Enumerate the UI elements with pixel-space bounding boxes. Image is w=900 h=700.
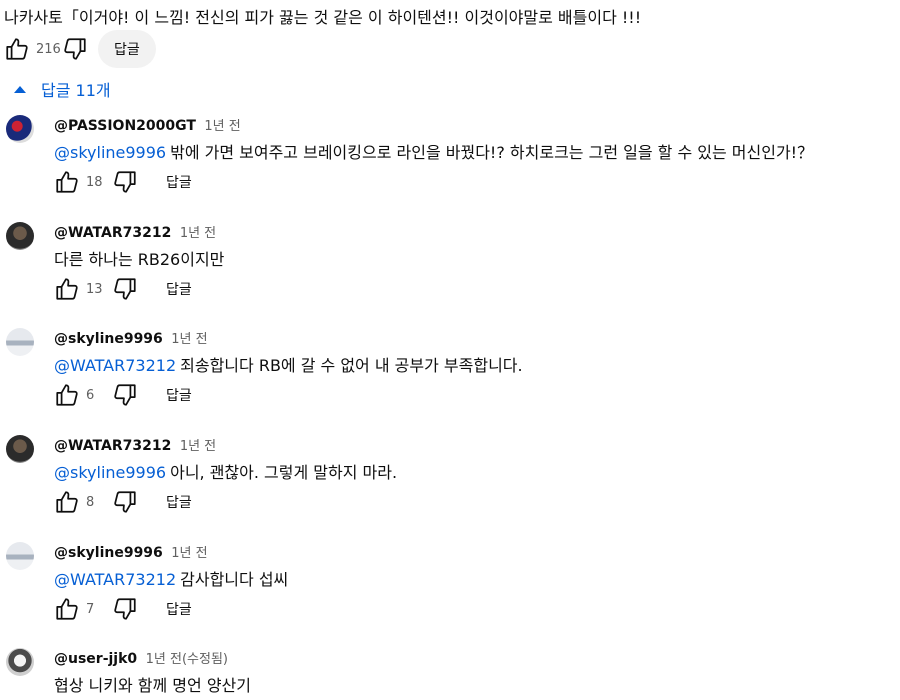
- reply-text: @WATAR73212 감사합니다 섭씨: [54, 566, 288, 590]
- reply-actions: 8 답글: [54, 489, 192, 515]
- reply-actions: 6 답글: [54, 382, 192, 408]
- reply-meta: @skyline9996 1년 전: [54, 542, 208, 561]
- reply-content: 감사합니다 섭씨: [180, 570, 289, 589]
- reply-button[interactable]: 답글: [166, 599, 192, 619]
- reply-content: 협상 니키와 함께 명언 양산기: [54, 676, 251, 695]
- author-name[interactable]: @skyline9996: [54, 545, 163, 561]
- timestamp[interactable]: 1년 전: [171, 546, 207, 561]
- avatar[interactable]: [6, 648, 34, 676]
- reply-button[interactable]: 답글: [166, 492, 192, 512]
- reply-meta: @WATAR73212 1년 전: [54, 435, 216, 454]
- reply-button[interactable]: 답글: [98, 30, 156, 68]
- reply-meta: @user-jjk0 1년 전(수정됨): [54, 648, 228, 667]
- reply-text: 협상 니키와 함께 명언 양산기: [54, 672, 251, 696]
- reply-meta: @WATAR73212 1년 전: [54, 222, 216, 241]
- like-count: 7: [86, 601, 95, 617]
- reply-actions: 7 답글: [54, 596, 192, 622]
- thumbs-down-icon[interactable]: [112, 596, 138, 622]
- avatar[interactable]: [6, 328, 34, 356]
- author-name[interactable]: @skyline9996: [54, 331, 163, 347]
- thumbs-down-icon[interactable]: [112, 489, 138, 515]
- like-count: 6: [86, 387, 95, 403]
- mention-link[interactable]: @WATAR73212: [54, 356, 176, 375]
- thumbs-down-icon[interactable]: [62, 36, 88, 62]
- thumbs-down-icon[interactable]: [112, 169, 138, 195]
- like-count: 13: [86, 281, 103, 297]
- comment-actions: 216 답글: [4, 30, 156, 68]
- reply-text: @skyline9996 아니, 괜찮아. 그렇게 말하지 마라.: [54, 459, 397, 483]
- reply-content: 죄송합니다 RB에 갈 수 없어 내 공부가 부족합니다.: [180, 356, 523, 375]
- thumbs-down-icon[interactable]: [112, 276, 138, 302]
- mention-link[interactable]: @skyline9996: [54, 143, 166, 162]
- timestamp[interactable]: 1년 전: [180, 439, 216, 454]
- mention-link[interactable]: @skyline9996: [54, 463, 166, 482]
- like-count: 8: [86, 494, 95, 510]
- reply-button[interactable]: 답글: [166, 385, 192, 405]
- avatar[interactable]: [6, 115, 34, 143]
- avatar[interactable]: [6, 222, 34, 250]
- reply-meta: @PASSION2000GT 1년 전: [54, 115, 241, 134]
- author-name[interactable]: @WATAR73212: [54, 225, 171, 241]
- author-name[interactable]: @user-jjk0: [54, 651, 137, 667]
- reply-text: 다른 하나는 RB26이지만: [54, 246, 224, 270]
- reply-actions: 13 답글: [54, 276, 192, 302]
- reply-content: 다른 하나는 RB26이지만: [54, 250, 225, 269]
- thumbs-up-icon[interactable]: [54, 276, 80, 302]
- thumbs-up-icon[interactable]: [54, 596, 80, 622]
- comment-text: 나카사토「이거야! 이 느낌! 전신의 피가 끓는 것 같은 이 하이텐션!! …: [4, 8, 642, 27]
- thumbs-down-icon[interactable]: [112, 382, 138, 408]
- timestamp[interactable]: 1년 전: [171, 332, 207, 347]
- mention-link[interactable]: @WATAR73212: [54, 570, 176, 589]
- reply-actions: 18 답글: [54, 169, 192, 195]
- reply-button[interactable]: 답글: [166, 279, 192, 299]
- replies-toggle-button[interactable]: 답글 11개: [14, 77, 111, 101]
- timestamp[interactable]: 1년 전: [204, 119, 240, 134]
- timestamp[interactable]: 1년 전(수정됨): [146, 652, 228, 667]
- like-count: 18: [86, 174, 103, 190]
- like-count: 216: [36, 41, 61, 57]
- avatar[interactable]: [6, 542, 34, 570]
- author-name[interactable]: @PASSION2000GT: [54, 118, 196, 134]
- reply-text: @skyline9996 밖에 가면 보여주고 브레이킹으로 라인을 바꿨다!? …: [54, 139, 813, 163]
- reply-meta: @skyline9996 1년 전: [54, 328, 208, 347]
- replies-count-label: 답글 11개: [41, 81, 111, 100]
- chevron-up-icon: [14, 85, 26, 93]
- thumbs-up-icon[interactable]: [54, 382, 80, 408]
- reply-content: 밖에 가면 보여주고 브레이킹으로 라인을 바꿨다!? 하치로크는 그런 일을 …: [170, 143, 814, 162]
- avatar[interactable]: [6, 435, 34, 463]
- thumbs-up-icon[interactable]: [54, 489, 80, 515]
- timestamp[interactable]: 1년 전: [180, 226, 216, 241]
- thumbs-up-icon[interactable]: [4, 36, 30, 62]
- reply-content: 아니, 괜찮아. 그렇게 말하지 마라.: [170, 463, 398, 482]
- reply-text: @WATAR73212 죄송합니다 RB에 갈 수 없어 내 공부가 부족합니다.: [54, 352, 523, 376]
- thumbs-up-icon[interactable]: [54, 169, 80, 195]
- reply-button[interactable]: 답글: [166, 172, 192, 192]
- author-name[interactable]: @WATAR73212: [54, 438, 171, 454]
